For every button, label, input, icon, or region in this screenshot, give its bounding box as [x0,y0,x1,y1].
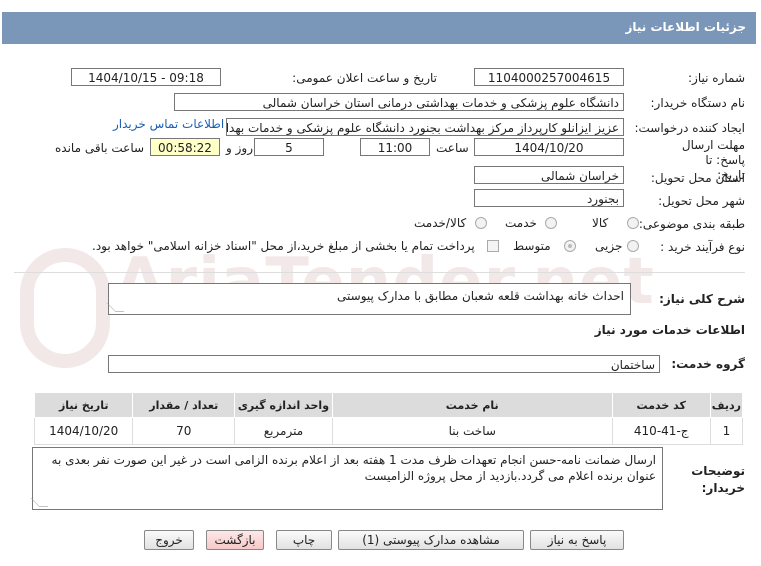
category-goods-label: کالا [592,216,609,230]
summary-textarea[interactable]: احداث خانه بهداشت قلعه شعبان مطابق با مد… [106,283,631,315]
process-minor-label: جزیی [595,239,623,253]
cell-quantity: 70 [132,417,236,445]
table-row[interactable]: 1 ج-41-410 ساخت بنا مترمربع 70 1404/10/2… [33,417,744,445]
cell-unit: مترمربع [234,417,333,445]
col-header-need-date: تاریخ نیاز [33,392,134,418]
process-label: نوع فرآیند خرید : [660,240,745,254]
cell-service-name: ساخت بنا [331,417,613,445]
category-goods-service-label: کالا/خدمت [414,216,467,230]
watermark-logo-icon [20,248,110,368]
service-group-label: گروه خدمت: [671,357,745,371]
resize-handle-icon[interactable] [106,303,125,312]
announce-field[interactable]: 1404/10/15 - 09:18 [71,68,221,86]
category-label: طبقه بندی موضوعی: [638,217,745,231]
buyer-field[interactable]: دانشگاه علوم پزشکی و خدمات بهداشتی درمان… [174,93,624,111]
col-header-unit: واحد اندازه گیری [234,392,333,418]
announce-label: تاریخ و ساعت اعلان عمومی: [292,71,437,85]
process-minor-radio[interactable] [627,240,639,252]
remaining-label: ساعت باقی مانده [55,141,145,155]
summary-label: شرح کلی نیاز: [659,292,745,306]
deadline-time-field[interactable]: 11:00 [360,138,430,156]
buyer-notes-label: توضیحات خریدار: [691,464,745,495]
cell-row-number: 1 [709,417,744,445]
days-field[interactable]: 5 [254,138,324,156]
creator-field[interactable]: عزیز ایزانلو کارپرداز مرکز بهداشت بجنورد… [226,118,624,136]
col-header-row-number: ردیف [709,392,744,418]
buyer-notes-textarea[interactable]: ارسال ضمانت نامه-حسن انجام تعهدات ظرف مد… [30,447,663,510]
reply-button[interactable]: پاسخ به نیاز [530,530,624,550]
cell-need-date: 1404/10/20 [33,417,134,445]
category-service-radio[interactable] [545,217,557,229]
province-field[interactable]: خراسان شمالی [474,166,624,184]
need-number-field[interactable]: 1104000257004615 [474,68,624,86]
print-button[interactable]: چاپ [276,530,332,550]
remaining-time-field: 00:58:22 [150,138,220,156]
col-header-service-code: کد خدمت [611,392,711,418]
col-header-service-name: نام خدمت [331,392,613,418]
need-number-label: شماره نیاز: [688,71,745,85]
services-section-title: اطلاعات خدمات مورد نیاز [594,323,745,337]
buyer-contact-link[interactable]: اطلاعات تماس خریدار [113,117,224,131]
resize-handle-icon[interactable] [30,498,49,507]
category-service-label: خدمت [505,216,537,230]
section-divider [14,272,745,273]
table-header-row: ردیف کد خدمت نام خدمت واحد اندازه گیری ت… [33,392,744,418]
creator-label: ایجاد کننده درخواست: [634,121,745,135]
services-table: ردیف کد خدمت نام خدمت واحد اندازه گیری ت… [33,392,744,445]
city-label: شهر محل تحویل: [658,194,745,208]
service-group-field[interactable]: ساختمان [108,355,660,373]
page-title: جزئیات اطلاعات نیاز [625,20,746,34]
page-header: جزئیات اطلاعات نیاز [2,12,756,44]
province-label: استان محل تحویل: [650,171,745,185]
treasury-payment-checkbox[interactable] [487,240,499,252]
buyer-notes-text: ارسال ضمانت نامه-حسن انجام تعهدات ظرف مد… [51,453,656,483]
col-header-quantity: تعداد / مقدار [132,392,236,418]
category-goods-service-radio[interactable] [475,217,487,229]
treasury-payment-note: پرداخت تمام یا بخشی از مبلغ خرید،از محل … [92,239,475,253]
deadline-time-label: ساعت [436,141,469,155]
buyer-label: نام دستگاه خریدار: [650,96,746,110]
summary-text: احداث خانه بهداشت قلعه شعبان مطابق با مد… [337,289,624,303]
category-goods-radio[interactable] [627,217,639,229]
city-field[interactable]: بجنورد [474,189,624,207]
back-button[interactable]: بازگشت [206,530,264,550]
days-label: روز و [226,141,253,155]
cell-service-code: ج-41-410 [611,417,711,445]
deadline-date-field[interactable]: 1404/10/20 [474,138,624,156]
exit-button[interactable]: خروج [144,530,194,550]
process-medium-radio[interactable] [564,240,576,252]
view-attachments-button[interactable]: مشاهده مدارک پیوستی (1) [338,530,524,550]
process-medium-label: متوسط [513,239,551,253]
